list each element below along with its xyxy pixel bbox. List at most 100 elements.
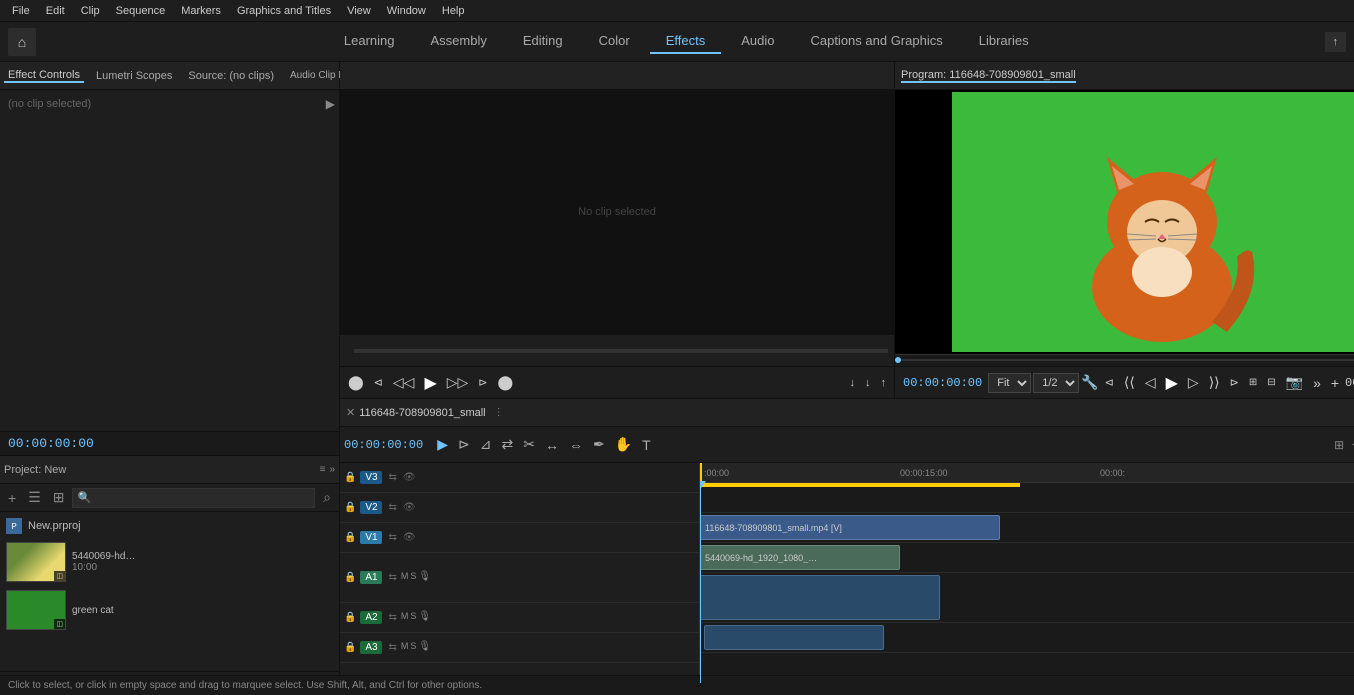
v1-lock-icon[interactable]: 🔒 (344, 532, 356, 543)
menu-file[interactable]: File (4, 5, 38, 17)
source-step-fwd-button[interactable]: ⊳ (474, 374, 491, 391)
program-play-button[interactable]: ▶ (1162, 371, 1182, 395)
program-lift-button[interactable]: ⊟ (1263, 372, 1279, 393)
tab-learning[interactable]: Learning (328, 29, 411, 54)
a1-lock-icon[interactable]: 🔒 (344, 572, 356, 583)
source-mark-out-button[interactable]: ⬤ (494, 372, 518, 393)
program-mark-out-button[interactable]: ⊳ (1226, 374, 1243, 391)
track-label-a1[interactable]: A1 (360, 571, 382, 584)
tab-color[interactable]: Color (583, 29, 646, 54)
a1-solo-button[interactable]: S (410, 571, 416, 584)
v3-lock-icon[interactable]: 🔒 (344, 472, 356, 483)
a1-mic-icon[interactable]: 🎙 (418, 571, 431, 584)
tab-lumetri-scopes[interactable]: Lumetri Scopes (92, 70, 176, 82)
v2-lock-icon[interactable]: 🔒 (344, 502, 356, 513)
timeline-pen-tool[interactable]: ✒ (589, 434, 609, 455)
source-play-button[interactable]: ▶ (420, 371, 440, 395)
a2-solo-button[interactable]: S (410, 611, 416, 624)
tab-effect-controls[interactable]: Effect Controls (4, 69, 84, 83)
menu-edit[interactable]: Edit (38, 5, 73, 17)
a3-mute-button[interactable]: M (401, 641, 409, 654)
timeline-rolling-tool[interactable]: ⇄ (497, 434, 517, 455)
source-export-button[interactable]: ↑ (877, 375, 891, 391)
source-next-frame-button[interactable]: ▷▷ (443, 372, 473, 393)
program-camera-button[interactable]: 📷 (1282, 372, 1307, 393)
program-wrench-button[interactable]: 🔧 (1081, 374, 1098, 391)
tab-editing[interactable]: Editing (507, 29, 579, 54)
program-quality-dropdown[interactable]: 1/2 (1033, 373, 1079, 393)
source-insert-button[interactable]: ↓ (846, 375, 860, 391)
clip-a2-main[interactable] (704, 625, 884, 650)
project-list-toggle[interactable]: ☰ (24, 487, 45, 508)
clip-a1-main[interactable] (700, 575, 940, 620)
a2-mic-icon[interactable]: 🎙 (418, 611, 431, 624)
program-more-button[interactable]: » (1309, 372, 1325, 393)
a3-mic-icon[interactable]: 🎙 (418, 641, 431, 654)
program-scrubber[interactable] (895, 354, 1354, 366)
tab-source[interactable]: Source: (no clips) (184, 70, 278, 82)
program-next-frame-button[interactable]: ▷ (1184, 372, 1203, 393)
source-step-back-button[interactable]: ⊲ (370, 374, 387, 391)
track-label-a2[interactable]: A2 (360, 611, 382, 624)
clip-v2-main[interactable]: 116648-708909801_small.mp4 [V] (700, 515, 1000, 540)
program-fit-dropdown[interactable]: Fit (988, 373, 1031, 393)
project-icon-view-toggle[interactable]: ⊞ (49, 487, 69, 508)
track-label-v3[interactable]: V3 (360, 471, 382, 484)
tab-captions[interactable]: Captions and Graphics (794, 29, 958, 54)
project-find-button[interactable]: ⌕ (319, 487, 335, 508)
program-step-back-button[interactable]: ⟨⟨ (1120, 372, 1139, 393)
track-label-a3[interactable]: A3 (360, 641, 382, 654)
menu-markers[interactable]: Markers (173, 5, 229, 17)
program-add-button[interactable]: + (1327, 372, 1343, 393)
v3-eye-icon[interactable]: 👁 (401, 471, 418, 484)
timeline-filter-button[interactable]: ⊞ (1332, 436, 1346, 454)
menu-sequence[interactable]: Sequence (108, 5, 174, 17)
timeline-close-icon[interactable]: ✕ (346, 406, 355, 419)
timeline-select-tool[interactable]: ▶ (433, 434, 452, 455)
menu-graphics[interactable]: Graphics and Titles (229, 5, 339, 17)
timeline-slip-tool[interactable]: ↔ (541, 435, 563, 455)
v2-eye-icon[interactable]: 👁 (401, 501, 418, 514)
a3-solo-button[interactable]: S (410, 641, 416, 654)
timeline-track-select-tool[interactable]: ⊳ (454, 434, 474, 455)
a2-sync-icon[interactable]: ⇆ (386, 611, 398, 624)
a2-lock-icon[interactable]: 🔒 (344, 612, 356, 623)
a3-sync-icon[interactable]: ⇆ (386, 641, 398, 654)
v2-sync-icon[interactable]: ⇆ (386, 501, 398, 514)
project-item-prproj[interactable]: P New.prproj (4, 516, 335, 536)
v1-sync-icon[interactable]: ⇆ (386, 531, 398, 544)
clip-v1-main[interactable]: 5440069-hd_1920_1080_… (700, 545, 900, 570)
timeline-ripple-tool[interactable]: ⊿ (476, 434, 496, 455)
tab-effects[interactable]: Effects (650, 29, 722, 54)
timeline-snap-button[interactable]: ⌖ (1348, 434, 1354, 455)
tab-assembly[interactable]: Assembly (415, 29, 503, 54)
tab-libraries[interactable]: Libraries (963, 29, 1045, 54)
project-item-cat[interactable]: ◫ green cat (4, 588, 335, 632)
a3-lock-icon[interactable]: 🔒 (344, 642, 356, 653)
project-search-input[interactable] (91, 492, 310, 504)
project-new-item-button[interactable]: + (4, 488, 20, 508)
project-list-view-icon[interactable]: ≡ (320, 464, 326, 475)
source-timeline-bar[interactable] (354, 349, 888, 353)
share-button[interactable]: ↑ (1325, 32, 1347, 52)
v1-eye-icon[interactable]: 👁 (401, 531, 418, 544)
menu-clip[interactable]: Clip (73, 5, 108, 17)
menu-window[interactable]: Window (379, 5, 434, 17)
a1-mute-button[interactable]: M (401, 571, 409, 584)
program-prev-frame-button[interactable]: ◁ (1141, 372, 1160, 393)
timeline-type-tool[interactable]: T (638, 435, 655, 455)
expand-arrow[interactable]: ▶ (326, 97, 335, 111)
program-step-fwd-button[interactable]: ⟩⟩ (1205, 372, 1224, 393)
track-label-v1[interactable]: V1 (360, 531, 382, 544)
track-label-v2[interactable]: V2 (360, 501, 382, 514)
timeline-hand-tool[interactable]: ✋ (611, 434, 636, 455)
source-overwrite-button[interactable]: ↓ (861, 375, 875, 391)
a1-sync-icon[interactable]: ⇆ (386, 571, 398, 584)
tab-audio[interactable]: Audio (725, 29, 790, 54)
program-mark-in-button[interactable]: ⊲ (1101, 374, 1118, 391)
timeline-razor-tool[interactable]: ✂ (519, 434, 539, 455)
menu-view[interactable]: View (339, 5, 379, 17)
source-mark-in-button[interactable]: ⬤ (344, 372, 368, 393)
timeline-slide-tool[interactable]: ⇔ (565, 435, 587, 455)
menu-help[interactable]: Help (434, 5, 473, 17)
